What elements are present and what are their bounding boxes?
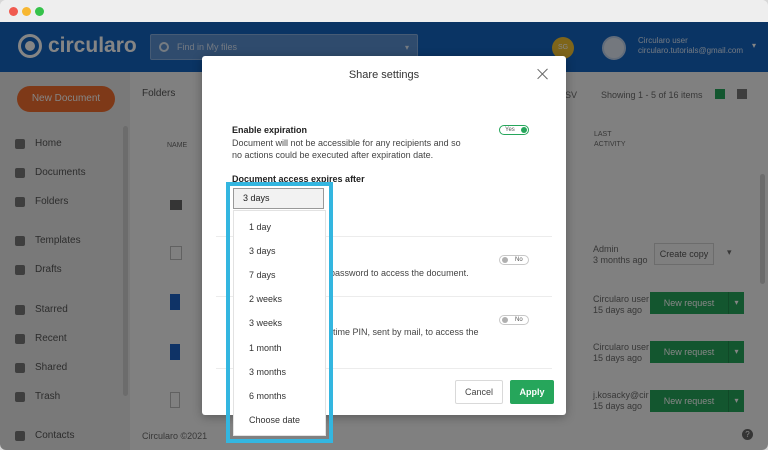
toggle-label: Yes: [505, 127, 515, 133]
dialog-title: Share settings: [348, 69, 420, 81]
toggle-label: No: [515, 317, 523, 323]
maximize-window-icon[interactable]: [35, 7, 44, 16]
minimize-window-icon[interactable]: [22, 7, 31, 16]
window-titlebar: [0, 0, 768, 22]
toggle-knob: [502, 317, 508, 323]
expiration-description: Document will not be accessible for any …: [232, 138, 461, 160]
password-toggle[interactable]: No: [499, 255, 529, 265]
expiration-label: Enable expiration: [232, 125, 308, 135]
expiration-toggle[interactable]: Yes: [499, 125, 529, 135]
cancel-button[interactable]: Cancel: [455, 380, 503, 404]
toggle-label: No: [515, 257, 523, 263]
pin-toggle[interactable]: No: [499, 315, 529, 325]
password-description: password to access the document.: [330, 268, 469, 278]
toggle-knob: [521, 127, 527, 133]
browser-window: circularo Find in My files ▾ SG Circular…: [0, 0, 768, 450]
pin-description: -time PIN, sent by mail, to access the: [330, 327, 479, 337]
close-window-icon[interactable]: [9, 7, 18, 16]
toggle-knob: [502, 257, 508, 263]
close-icon[interactable]: [536, 67, 550, 81]
apply-button[interactable]: Apply: [510, 380, 554, 404]
highlight-frame: [226, 182, 333, 443]
